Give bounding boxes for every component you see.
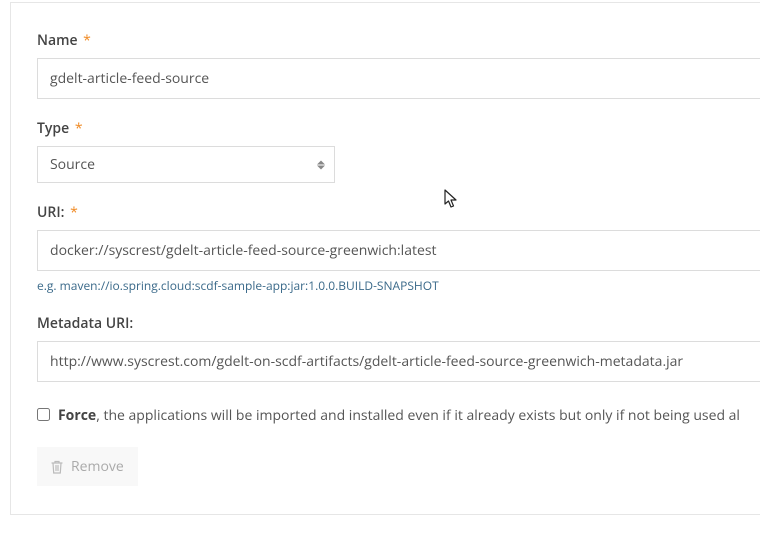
- name-group: Name *: [37, 31, 760, 99]
- uri-input[interactable]: [37, 230, 760, 271]
- required-marker: *: [70, 203, 78, 222]
- type-label: Type *: [37, 119, 760, 138]
- uri-group: URI: * e.g. maven://io.spring.cloud:scdf…: [37, 203, 760, 294]
- force-label-bold: Force: [58, 406, 96, 425]
- name-label: Name *: [37, 31, 760, 50]
- remove-button-label: Remove: [71, 457, 124, 476]
- remove-button[interactable]: Remove: [37, 447, 138, 486]
- metadata-uri-label: Metadata URI:: [37, 314, 760, 333]
- trash-icon: [51, 460, 63, 474]
- metadata-uri-group: Metadata URI:: [37, 314, 760, 382]
- force-checkbox[interactable]: [37, 408, 50, 421]
- force-label: Force, the applications will be imported…: [58, 406, 740, 425]
- force-label-rest: , the applications will be imported and …: [96, 406, 740, 425]
- name-label-text: Name: [37, 31, 78, 50]
- uri-label: URI: *: [37, 203, 760, 222]
- metadata-uri-input[interactable]: [37, 341, 760, 382]
- type-select-wrap: Source: [37, 146, 335, 183]
- required-marker: *: [83, 31, 91, 50]
- type-label-text: Type: [37, 119, 69, 138]
- force-row: Force, the applications will be imported…: [37, 406, 760, 425]
- type-select[interactable]: Source: [37, 146, 335, 183]
- app-form-panel: Name * Type * Source URI: * e.g. maven:/…: [10, 2, 760, 515]
- type-group: Type * Source: [37, 119, 760, 183]
- required-marker: *: [75, 119, 83, 138]
- uri-label-text: URI:: [37, 203, 64, 222]
- name-input[interactable]: [37, 58, 760, 99]
- uri-hint: e.g. maven://io.spring.cloud:scdf-sample…: [37, 277, 760, 294]
- metadata-uri-label-text: Metadata URI:: [37, 314, 133, 333]
